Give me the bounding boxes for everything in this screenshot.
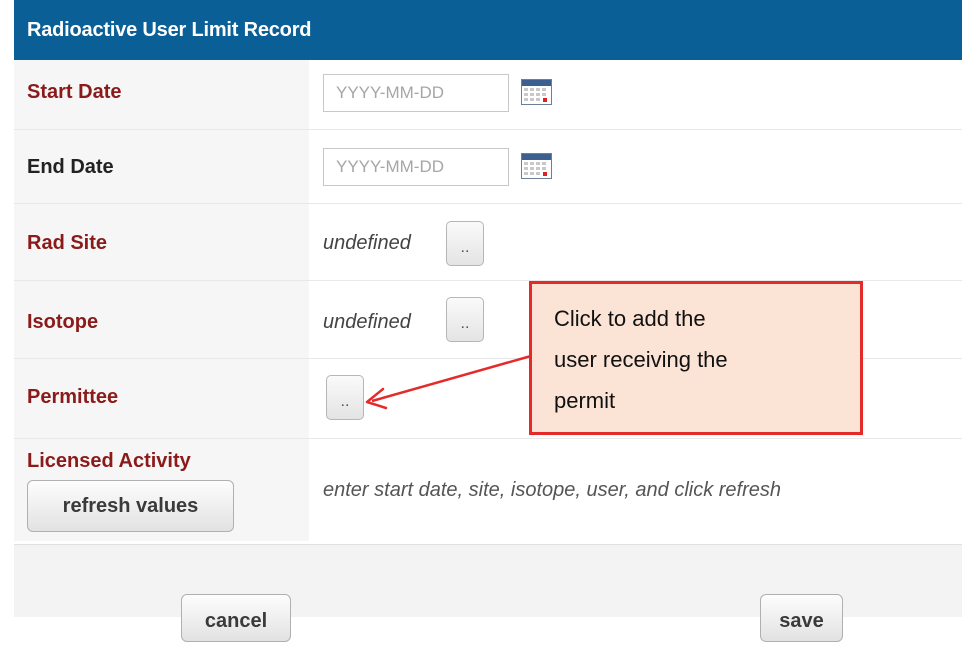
row-divider [14,129,962,130]
cancel-button[interactable]: cancel [181,594,291,642]
start-date-input[interactable] [323,74,509,112]
end-date-label: End Date [27,156,114,178]
annotation-callout: Click to add the user receiving the perm… [529,281,863,435]
rad-site-value: undefined [323,232,411,254]
row-divider [14,438,962,439]
refresh-values-button[interactable]: refresh values [27,480,234,532]
start-date-label: Start Date [27,81,122,103]
licensed-activity-hint: enter start date, site, isotope, user, a… [323,479,782,501]
save-button[interactable]: save [760,594,843,642]
isotope-value: undefined [323,311,411,333]
callout-line: Click to add the [554,306,706,331]
calendar-icon[interactable] [521,79,552,105]
isotope-picker-button[interactable]: .. [446,297,484,342]
row-divider [14,203,962,204]
rad-site-picker-button[interactable]: .. [446,221,484,266]
form-title: Radioactive User Limit Record [14,0,962,60]
isotope-label: Isotope [27,311,99,333]
callout-line: user receiving the [554,347,728,372]
licensed-activity-label: Licensed Activity [27,450,191,472]
permittee-label: Permittee [27,386,119,408]
permittee-picker-button[interactable]: .. [326,375,364,420]
rad-site-label: Rad Site [27,232,108,254]
calendar-icon[interactable] [521,153,552,179]
end-date-input[interactable] [323,148,509,186]
callout-line: permit [554,388,616,413]
